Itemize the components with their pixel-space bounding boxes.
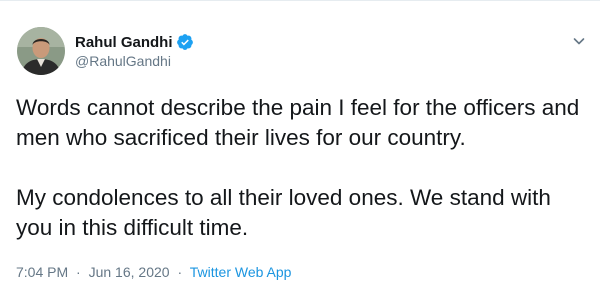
tweet-paragraph-2: My condolences to all their loved ones. … — [16, 185, 551, 240]
verified-badge-icon — [176, 33, 194, 51]
author-name-row: Rahul Gandhi — [75, 33, 194, 51]
tweet-meta: 7:04 PM · Jun 16, 2020 · Twitter Web App — [16, 264, 291, 280]
user-handle[interactable]: @RahulGandhi — [75, 53, 171, 69]
tweet-time[interactable]: 7:04 PM — [16, 264, 68, 280]
display-name[interactable]: Rahul Gandhi — [75, 34, 173, 51]
avatar[interactable] — [17, 27, 65, 75]
tweet-paragraph-1: Words cannot describe the pain I feel fo… — [16, 95, 580, 150]
tweet-text: Words cannot describe the pain I feel fo… — [16, 93, 588, 243]
chevron-down-icon[interactable] — [569, 31, 589, 51]
tweet-date[interactable]: Jun 16, 2020 — [89, 264, 170, 280]
meta-separator: · — [76, 264, 81, 280]
tweet-card: Rahul Gandhi @RahulGandhi Words cannot d… — [0, 0, 600, 300]
tweet-source-link[interactable]: Twitter Web App — [190, 264, 292, 280]
meta-separator: · — [177, 264, 183, 280]
